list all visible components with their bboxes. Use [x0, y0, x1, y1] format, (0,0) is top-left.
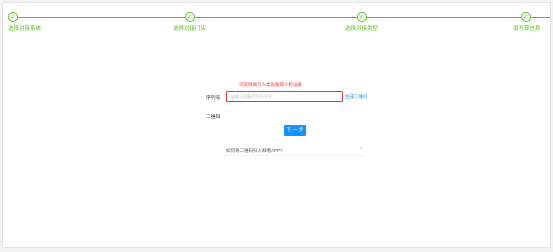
next-button[interactable]: 下 一 步: [284, 125, 306, 136]
serial-label: 序列号: [206, 96, 221, 101]
qr-label: 二维码: [206, 115, 221, 120]
main-panel: ✓ 选择对接系统 ✓ 选择对接门店 ✓ 选择对接类型 ✓ 填写算信息 只支持填写…: [2, 2, 551, 248]
generate-qr-link[interactable]: 生成二维码: [345, 94, 368, 100]
serial-input[interactable]: [226, 91, 343, 102]
help-text: 如何将二维码扫入鲜哦APP?: [226, 148, 283, 153]
help-row[interactable]: 如何将二维码扫入鲜哦APP? ›: [224, 145, 364, 156]
device-form: 只支持填写人类设备或人脸设备 序列号 生成二维码 二维码 下 一 步 如何将二维…: [3, 3, 552, 249]
chevron-right-icon: ›: [360, 146, 362, 152]
error-message: 只支持填写人类设备或人脸设备: [239, 82, 302, 87]
